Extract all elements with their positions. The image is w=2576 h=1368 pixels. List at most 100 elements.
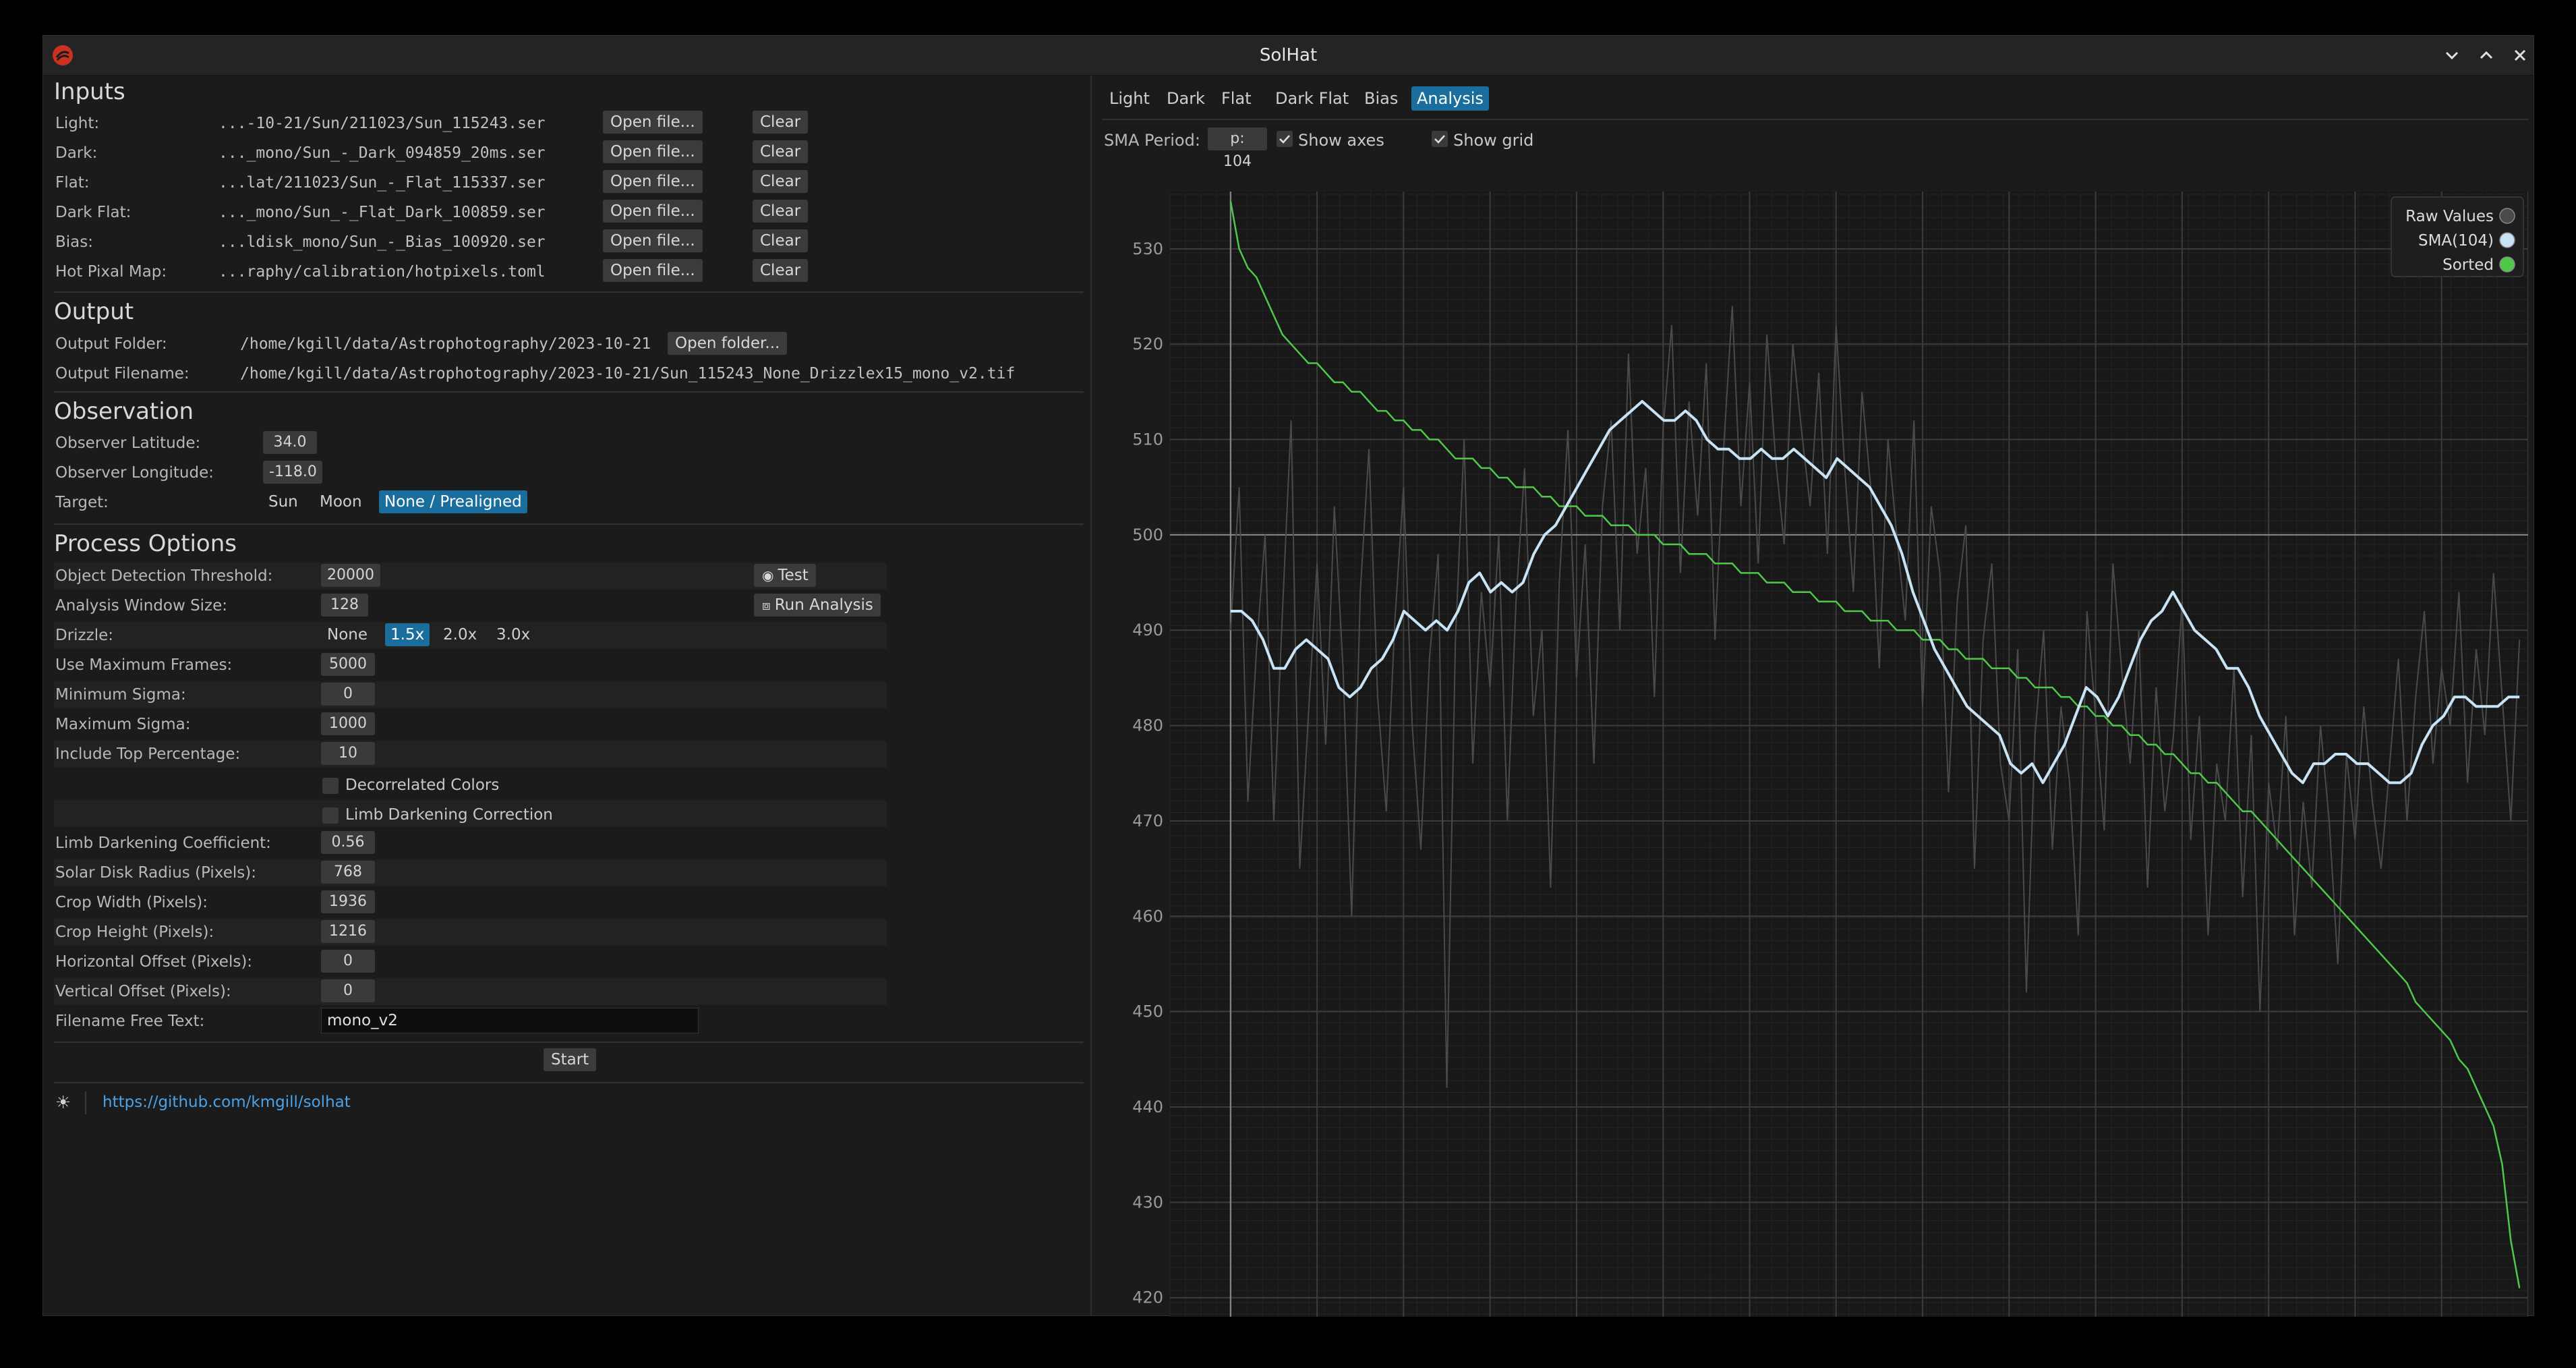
settings-panel: Inputs Light: ...-10-21/Sun/211023/Sun_1… [43,76,1090,1315]
input-label: Hot Pixal Map: [55,263,167,281]
horizontal-offset-field[interactable]: 0 [321,950,375,973]
drizzle-option-none[interactable]: None [322,623,373,646]
inputs-heading: Inputs [54,78,125,105]
output-filename-label: Output Filename: [55,365,189,382]
crop-width-field[interactable]: 1936 [321,890,375,913]
limb-coefficient-field[interactable]: 0.56 [321,831,375,854]
drizzle-option-3-0x[interactable]: 3.0x [491,623,535,646]
target-option-moon[interactable]: Moon [314,490,368,513]
min-sigma-field[interactable]: 0 [321,683,375,706]
open-file-button[interactable]: Open file... [603,170,703,193]
crop-height-field[interactable]: 1216 [321,920,375,943]
limb-darkening-correction-checkbox[interactable] [322,807,339,824]
window-title: SolHat [1259,45,1318,65]
checkmark-icon [1434,135,1445,144]
solar-disk-radius-field[interactable]: 768 [321,861,375,884]
sun-icon[interactable]: ☀ [55,1093,71,1113]
show-axes-checkbox[interactable] [1277,131,1293,147]
limb-darkening-correction-label: Limb Darkening Correction [345,806,553,824]
y-tick-label: 420 [1132,1288,1163,1307]
divider [54,1082,1084,1083]
close-icon[interactable] [2507,42,2533,68]
tab-dark-flat[interactable]: Dark Flat [1270,86,1354,111]
y-tick-label: 480 [1132,716,1163,735]
max-sigma-field[interactable]: 1000 [321,712,375,735]
show-grid-checkbox[interactable] [1432,131,1448,147]
test-button[interactable]: ◉ Test [754,564,816,587]
max-frames-label: Use Maximum Frames: [55,656,233,674]
longitude-label: Observer Longitude: [55,464,214,482]
output-heading: Output [54,298,134,325]
target-option-none-prealigned[interactable]: None / Prealigned [379,490,527,513]
divider [54,391,1084,393]
clear-button[interactable]: Clear [753,229,809,252]
observation-heading: Observation [54,398,194,425]
analysis-window-field[interactable]: 128 [321,594,368,617]
detection-threshold-label: Object Detection Threshold: [55,567,273,585]
run-analysis-button[interactable]: ⧈ Run Analysis [754,594,881,617]
analysis-plot[interactable]: 420 430 440 450 460 470 480 490 500 510 520 530 Raw … [1103,192,2528,1317]
tab-light[interactable]: Light [1104,86,1155,111]
maximize-icon[interactable] [2473,42,2499,68]
crop-width-label: Crop Width (Pixels): [55,894,208,911]
tab-analysis[interactable]: Analysis [1411,86,1489,111]
open-file-button[interactable]: Open file... [603,259,703,282]
start-button[interactable]: Start [544,1048,597,1071]
open-file-button[interactable]: Open file... [603,140,703,163]
analysis-chart[interactable]: 420 430 440 450 460 470 480 490 500 510 520 530 Raw … [1103,192,2528,1317]
clear-button[interactable]: Clear [753,111,809,134]
output-folder-path: /home/kgill/data/Astrophotography/2023-1… [240,335,651,353]
process-options-heading: Process Options [54,530,237,557]
y-tick-label: 470 [1132,811,1163,830]
open-folder-button[interactable]: Open folder... [668,332,788,355]
longitude-field[interactable]: -118.0 [263,461,322,484]
input-path: ...lat/211023/Sun_-_Flat_115337.ser [218,174,546,192]
image-panel: Light Dark Flat Dark Flat Bias Analysis … [1092,76,2534,1317]
legend-label: SMA(104) [2418,232,2494,250]
tab-dark[interactable]: Dark [1161,86,1210,111]
vertical-offset-field[interactable]: 0 [321,979,375,1002]
y-tick-label: 500 [1132,525,1163,544]
clear-button[interactable]: Clear [753,200,809,223]
open-file-button[interactable]: Open file... [603,200,703,223]
free-text-label: Filename Free Text: [55,1013,205,1030]
open-file-button[interactable]: Open file... [603,229,703,252]
input-path: ...-10-21/Sun/211023/Sun_115243.ser [218,115,546,132]
github-link[interactable]: https://github.com/kmgill/solhat [103,1093,351,1111]
input-path: ...raphy/calibration/hotpixels.toml [218,263,546,281]
test-button-label: Test [778,567,809,584]
tab-flat[interactable]: Flat [1216,86,1257,111]
open-file-button[interactable]: Open file... [603,111,703,134]
max-frames-field[interactable]: 5000 [321,653,375,676]
minimize-icon[interactable] [2439,42,2465,68]
drizzle-option-2-0x[interactable]: 2.0x [438,623,482,646]
footer-separator [85,1091,86,1114]
input-label: Flat: [55,174,90,192]
clear-button[interactable]: Clear [753,170,809,193]
tab-bias[interactable]: Bias [1359,86,1403,111]
drizzle-option-1-5x[interactable]: 1.5x [385,623,430,646]
sma-period-field[interactable]: p: 104 [1208,127,1267,170]
vertical-offset-label: Vertical Offset (Pixels): [55,983,231,1000]
legend-swatch [2499,256,2515,273]
analysis-window-label: Analysis Window Size: [55,597,228,615]
target-label: Target: [55,494,109,511]
top-percentage-field[interactable]: 10 [321,742,375,765]
target-option-sun[interactable]: Sun [263,490,303,513]
y-tick-label: 450 [1132,1002,1163,1021]
decorrelated-colors-checkbox[interactable] [322,778,339,794]
input-path: ...ldisk_mono/Sun_-_Bias_100920.ser [218,233,546,251]
output-folder-label: Output Folder: [55,335,167,353]
min-sigma-label: Minimum Sigma: [55,686,186,704]
eye-icon: ◉ [762,567,774,583]
latitude-field[interactable]: 34.0 [263,431,317,454]
run-analysis-label: Run Analysis [774,596,873,614]
clear-button[interactable]: Clear [753,140,809,163]
detection-threshold-field[interactable]: 20000 [321,564,380,587]
title-bar[interactable]: SolHat [43,36,2534,76]
legend-label: Sorted [2442,256,2494,274]
clear-button[interactable]: Clear [753,259,809,282]
free-text-input[interactable] [321,1008,699,1033]
legend-swatch [2499,208,2515,224]
solar-disk-radius-label: Solar Disk Radius (Pixels): [55,864,256,882]
